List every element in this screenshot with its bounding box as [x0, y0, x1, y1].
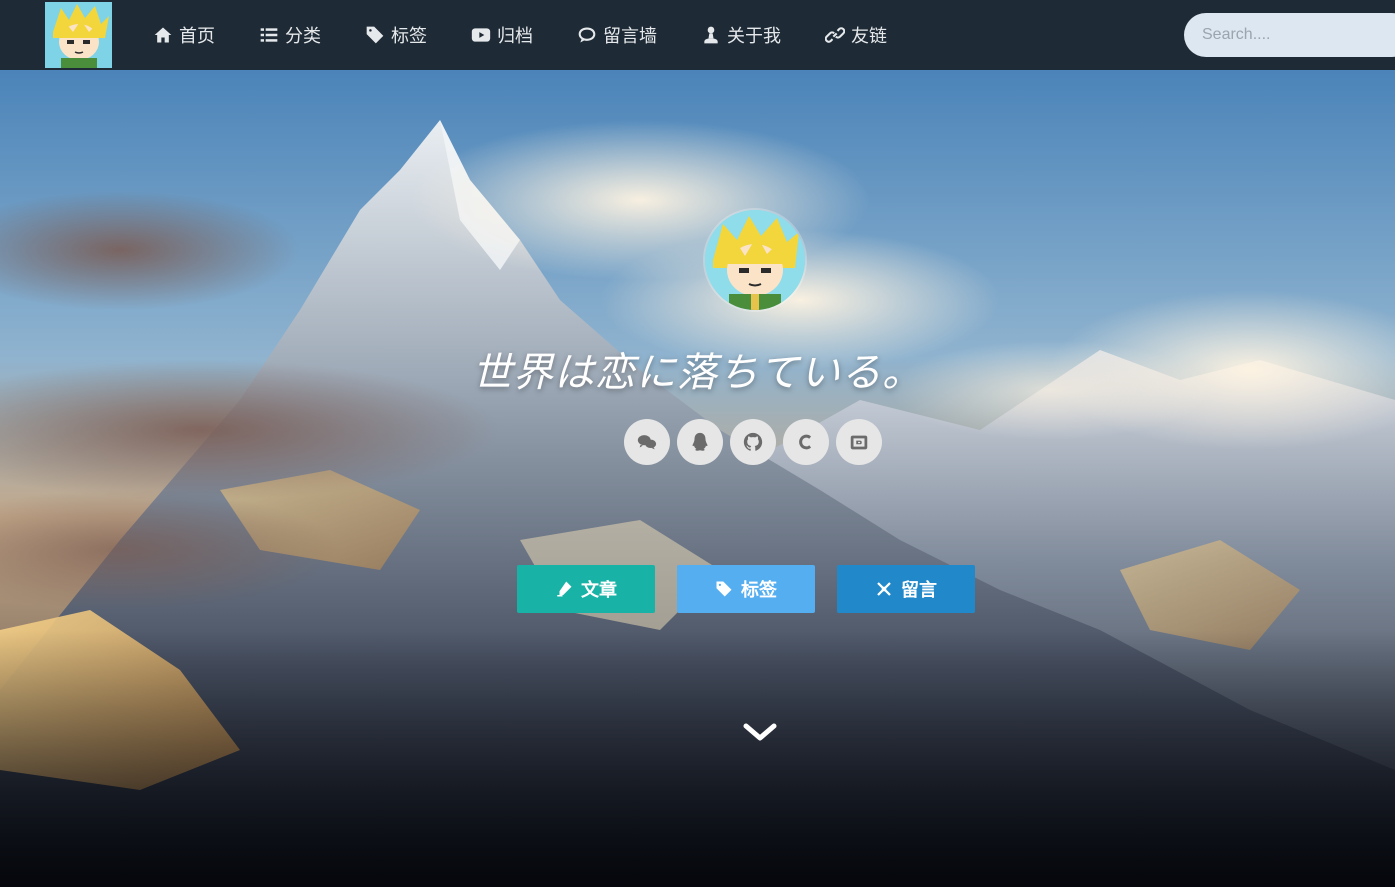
tag-icon — [366, 26, 384, 44]
list-icon — [260, 28, 278, 42]
pin-icon — [877, 582, 891, 596]
articles-button[interactable]: 文章 — [517, 565, 655, 613]
tags-button[interactable]: 标签 — [677, 565, 815, 613]
nav-item-label: 留言墙 — [603, 26, 657, 46]
comments-icon — [578, 27, 596, 43]
nav-item-label: 关于我 — [727, 26, 781, 46]
tags-button-label: 标签 — [741, 580, 777, 600]
message-button-label: 留言 — [901, 580, 937, 600]
search-input[interactable] — [1184, 13, 1395, 57]
nav-item-home[interactable]: 首页 — [153, 0, 215, 70]
nav-item-message-wall[interactable]: 留言墙 — [577, 0, 657, 70]
social-csdn-button[interactable] — [783, 419, 829, 465]
tag-icon — [716, 581, 732, 597]
site-logo-avatar[interactable] — [45, 2, 112, 68]
nav-item-friend-links[interactable]: 友链 — [825, 0, 887, 70]
hero-motto: 世界は恋に落ちている。 — [472, 351, 923, 395]
nav-item-label: 首页 — [179, 26, 215, 46]
chevron-down-icon[interactable] — [742, 720, 778, 744]
nav-item-archive[interactable]: 归档 — [471, 0, 533, 70]
home-icon — [154, 27, 172, 43]
user-icon — [704, 26, 718, 44]
social-bilibili-button[interactable] — [836, 419, 882, 465]
nav-item-label: 归档 — [497, 26, 533, 46]
message-button[interactable]: 留言 — [837, 565, 975, 613]
social-wechat-button[interactable] — [624, 419, 670, 465]
hero-banner: 世界は恋に落ちている。 文章 标签 留言 — [0, 70, 1395, 887]
nav-item-about[interactable]: 关于我 — [701, 0, 781, 70]
nav-item-tags[interactable]: 标签 — [365, 0, 427, 70]
navbar: 首页 分类 标签 归档 留言墙 关于我 友链 — [0, 0, 1395, 70]
wechat-icon — [637, 435, 657, 450]
pen-icon — [557, 581, 572, 597]
nav-item-categories[interactable]: 分类 — [259, 0, 321, 70]
qq-icon — [692, 432, 708, 451]
github-icon — [743, 432, 763, 451]
link-icon — [825, 27, 845, 43]
articles-button-label: 文章 — [581, 580, 617, 600]
video-icon — [471, 28, 491, 42]
mountain-background-image — [0, 70, 1395, 887]
nav-item-label: 友链 — [851, 26, 887, 46]
bilibili-icon — [850, 435, 868, 450]
profile-avatar[interactable] — [705, 210, 805, 310]
social-links — [624, 419, 882, 465]
csdn-icon — [799, 434, 812, 450]
nav-item-label: 分类 — [285, 26, 321, 46]
nav-item-label: 标签 — [391, 26, 427, 46]
hero-action-buttons: 文章 标签 留言 — [517, 565, 975, 613]
nav-menu: 首页 分类 标签 归档 留言墙 关于我 友链 — [153, 0, 887, 70]
social-qq-button[interactable] — [677, 419, 723, 465]
social-github-button[interactable] — [730, 419, 776, 465]
